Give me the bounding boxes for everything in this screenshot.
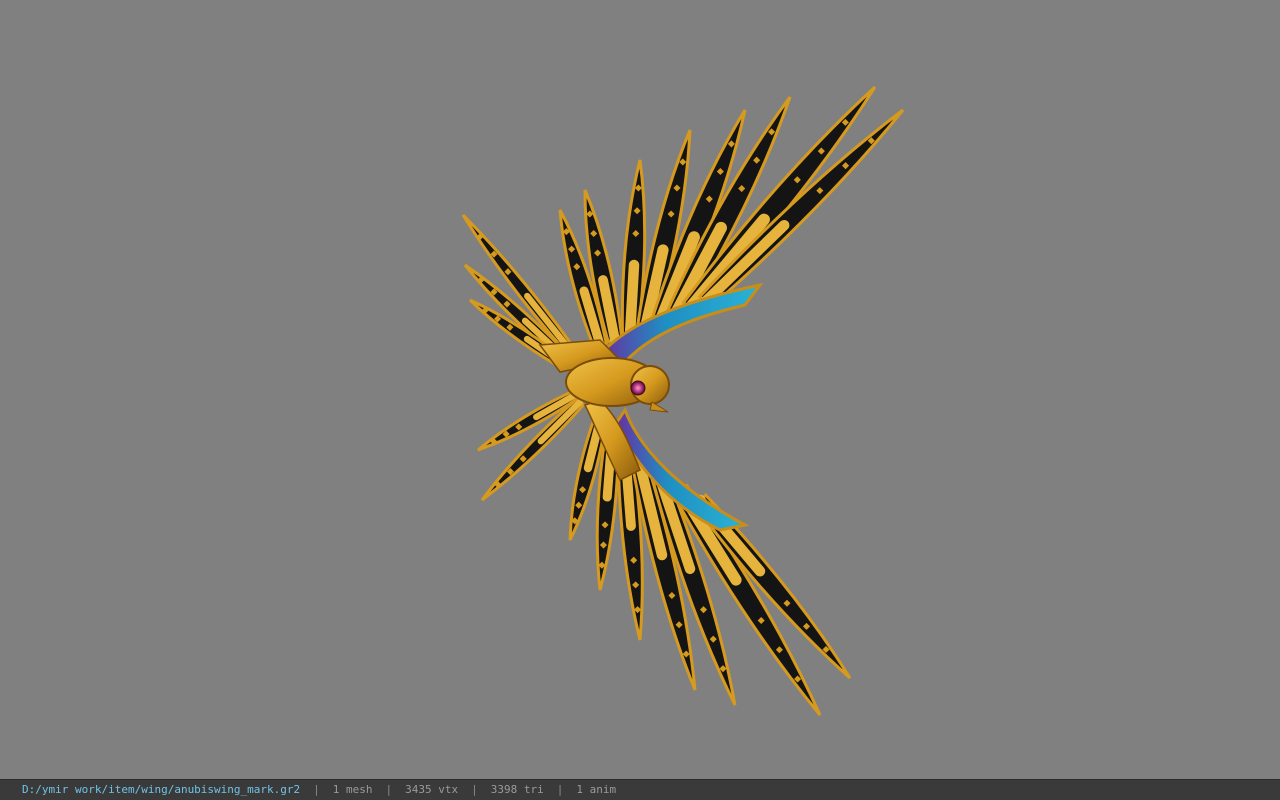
status-bar: D:/ymir work/item/wing/anubiswing_mark.g… (0, 779, 1280, 800)
separator: | (313, 783, 320, 796)
scarab-eye (630, 380, 646, 396)
upper-feather-gold-base (624, 259, 640, 341)
file-path: D:/ymir work/item/wing/anubiswing_mark.g… (22, 783, 301, 796)
separator: | (385, 783, 393, 796)
separator: | (471, 783, 478, 796)
anim-count: 1 anim (576, 783, 617, 796)
model-viewport[interactable] (0, 0, 1280, 779)
scarab-beak (649, 401, 669, 413)
separator: | (556, 783, 564, 796)
triangle-count: 3398 tri (490, 783, 544, 796)
vertex-count: 3435 vtx (405, 783, 459, 796)
golden-winged-scarab-icon (461, 85, 905, 716)
mesh-count: 1 mesh (332, 783, 373, 796)
